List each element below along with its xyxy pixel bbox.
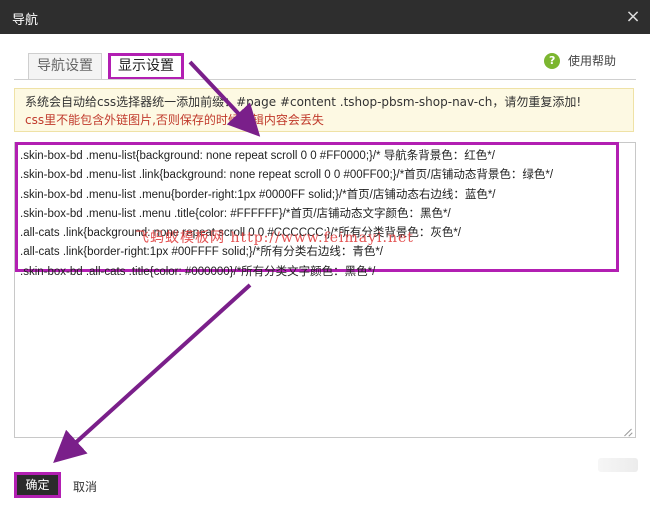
- tab-nav-settings[interactable]: 导航设置: [28, 53, 102, 79]
- cancel-button[interactable]: 取消: [73, 478, 97, 495]
- dialog-title: 导航: [12, 13, 39, 28]
- notice-warning-text: css里不能包含外链图片,否则保存的时候编辑内容会丢失: [25, 113, 324, 127]
- css-code-highlight[interactable]: .skin-box-bd .menu-list{background: none…: [15, 142, 619, 278]
- tabs-divider: [14, 79, 636, 80]
- code-line: .skin-box-bd .menu-list .menu .title{col…: [20, 207, 451, 220]
- watermark-text: 飞蚂蚁模板网 http://www.feimayi.net: [135, 230, 414, 246]
- corner-watermark: [598, 458, 638, 472]
- help-icon: ?: [544, 52, 561, 69]
- code-line: .skin-box-bd .menu-list .menu{border-rig…: [20, 188, 496, 201]
- help-label: 使用帮助: [567, 54, 616, 68]
- code-line: .skin-box-bd .all-cats .title{color: #00…: [20, 265, 376, 278]
- resize-handle-icon[interactable]: [625, 428, 633, 436]
- notice-prefix-text: 系统会自动给css选择器统一添加前缀：#page #content .tshop…: [25, 95, 582, 109]
- ok-button[interactable]: 确定: [14, 472, 61, 498]
- tab-display-settings[interactable]: 显示设置: [108, 53, 184, 80]
- help-link[interactable]: ? 使用帮助: [544, 52, 616, 69]
- notice-box: 系统会自动给css选择器统一添加前缀：#page #content .tshop…: [14, 88, 634, 132]
- close-icon[interactable]: ×: [622, 6, 644, 28]
- code-line: .skin-box-bd .menu-list .link{background…: [20, 169, 554, 182]
- dialog-titlebar: 导航 ×: [0, 0, 650, 34]
- code-line: .skin-box-bd .menu-list{background: none…: [20, 150, 495, 162]
